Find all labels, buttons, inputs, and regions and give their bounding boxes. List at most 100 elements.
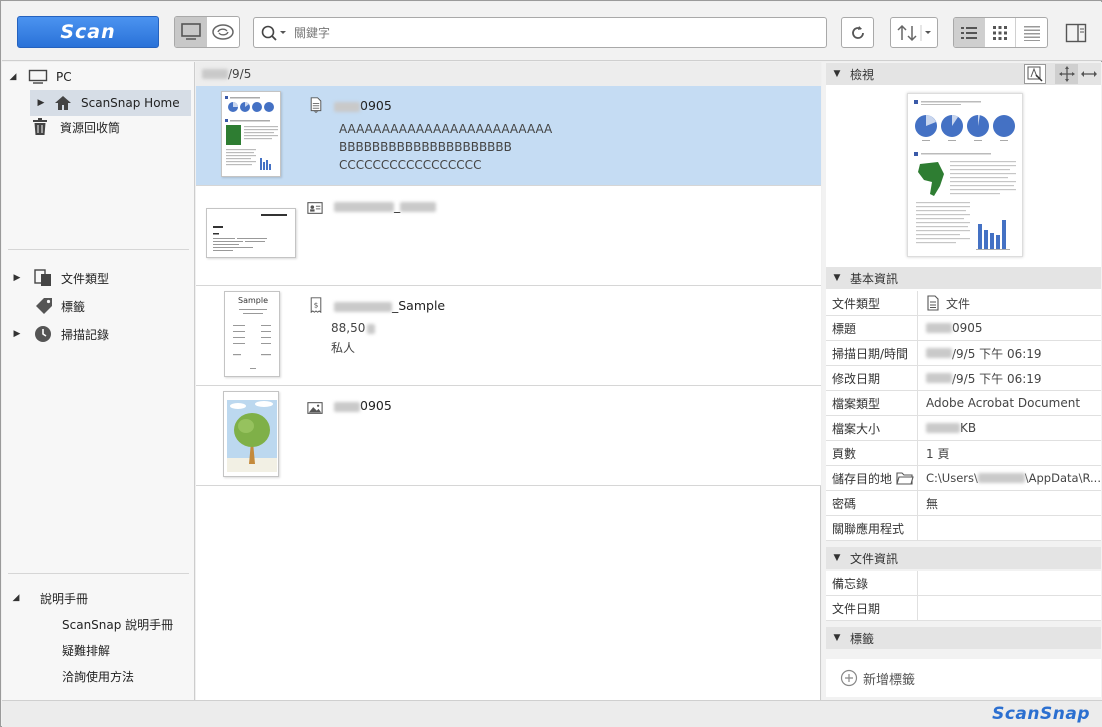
info-row-file-size: 檔案大小 KB bbox=[826, 416, 1101, 441]
info-row-password: 密碼 無 bbox=[826, 491, 1101, 516]
nav-help[interactable]: ◢ 說明手冊 bbox=[2, 585, 195, 611]
viewer-button[interactable] bbox=[1024, 64, 1046, 84]
app-window: Scan 關鍵字 ◢ PC ▶ ScanSnap Home 資源回收筒 ▶ 文件… bbox=[0, 0, 1102, 727]
blurred-text bbox=[334, 201, 394, 212]
blurred-text bbox=[400, 201, 437, 212]
cloud-view-button[interactable] bbox=[207, 17, 239, 47]
section-title: 檢視 bbox=[850, 67, 875, 82]
info-value-text: KB bbox=[960, 421, 977, 435]
help-link-manual[interactable]: ScanSnap 說明手冊 bbox=[2, 611, 195, 637]
panel-toggle-button[interactable] bbox=[1063, 17, 1089, 48]
clock-icon bbox=[35, 326, 51, 342]
grid-view-icon bbox=[993, 25, 1007, 40]
info-row-doc-date[interactable]: 文件日期 bbox=[826, 596, 1101, 621]
search-box bbox=[253, 17, 827, 48]
info-key: 標題 bbox=[826, 316, 918, 340]
monitor-icon bbox=[181, 23, 201, 40]
document-title: 0905 bbox=[334, 98, 392, 113]
nav-doc-type[interactable]: ▶ 文件類型 bbox=[2, 265, 195, 291]
expand-triangle-icon[interactable]: ▶ bbox=[12, 273, 22, 283]
document-title-text: 0905 bbox=[360, 398, 392, 413]
expand-triangle-icon[interactable]: ▶ bbox=[12, 329, 22, 339]
info-row-modified-date: 修改日期 /9/5 下午 06:19 bbox=[826, 366, 1101, 391]
nav-pc[interactable]: ◢ PC bbox=[2, 64, 195, 90]
help-link-troubleshooting[interactable]: 疑難排解 bbox=[2, 637, 195, 663]
section-title: 標籤 bbox=[850, 631, 875, 646]
nav-trash[interactable]: 資源回收筒 bbox=[2, 114, 195, 140]
scan-button[interactable]: Scan bbox=[17, 16, 159, 48]
basic-info-table: 文件類型 文件 標題 0905 掃描日期/時間 /9/5 下午 06:19 修改… bbox=[826, 291, 1101, 541]
document-item[interactable]: Sample $ _Sample 88,50 私人 bbox=[196, 286, 821, 386]
document-title: _ bbox=[334, 198, 437, 213]
nav-scansnap-home-label: ScanSnap Home bbox=[81, 96, 180, 110]
document-title: 0905 bbox=[334, 398, 392, 413]
info-row-title[interactable]: 標題 0905 bbox=[826, 316, 1101, 341]
receipt-amount: 88,50 bbox=[331, 321, 376, 335]
blurred-text bbox=[926, 348, 952, 358]
info-row-memo[interactable]: 備忘錄 bbox=[826, 571, 1101, 596]
receipt-icon: $ bbox=[310, 297, 322, 313]
document-item[interactable]: 0905 bbox=[196, 386, 821, 486]
sort-button[interactable] bbox=[890, 17, 938, 48]
search-input[interactable] bbox=[294, 19, 826, 46]
collapse-triangle-icon[interactable]: ▼ bbox=[832, 69, 842, 79]
nav-scansnap-home[interactable]: ▶ ScanSnap Home bbox=[30, 90, 191, 116]
nav-scan-history[interactable]: ▶ 掃描記錄 bbox=[2, 321, 195, 347]
search-options-button[interactable] bbox=[254, 18, 294, 47]
document-item[interactable]: 0905 AAAAAAAAAAAAAAAAAAAAAAAAA BBBBBBBBB… bbox=[196, 86, 821, 186]
collapse-triangle-icon[interactable]: ▼ bbox=[832, 553, 842, 563]
detail-view-button[interactable] bbox=[1016, 18, 1047, 47]
cloud-sync-icon bbox=[212, 24, 234, 40]
document-type-icon bbox=[34, 269, 51, 286]
tags-section-header[interactable]: ▼ 標籤 bbox=[826, 627, 1101, 649]
nav-pc-label: PC bbox=[56, 70, 72, 84]
viewer-icon bbox=[1027, 66, 1043, 82]
add-tag-button[interactable]: 新增標籤 bbox=[826, 659, 1101, 697]
help-link-label: 洽詢使用方法 bbox=[62, 669, 135, 684]
pc-view-button[interactable] bbox=[175, 17, 207, 47]
collapse-triangle-icon[interactable]: ◢ bbox=[8, 72, 18, 82]
document-list: /9/5 0905 AAAAAAAAAAAAAAAAAAAAAAAAA BBBB… bbox=[196, 62, 821, 700]
doc-info-section-header[interactable]: ▼ 文件資訊 bbox=[826, 547, 1101, 569]
grid-view-button[interactable] bbox=[985, 18, 1016, 47]
document-thumbnail bbox=[221, 91, 281, 177]
search-icon bbox=[261, 25, 286, 41]
receipt-thumbnail: Sample bbox=[224, 291, 280, 377]
document-item[interactable]: _ bbox=[196, 186, 821, 286]
nav-help-label: 說明手冊 bbox=[40, 591, 89, 606]
info-value-text: C:\Users\ bbox=[926, 471, 978, 485]
status-bar: ScanSnap bbox=[2, 700, 1102, 727]
info-key: 關聯應用程式 bbox=[826, 516, 918, 540]
fit-width-button[interactable] bbox=[1078, 64, 1100, 84]
move-arrows-icon bbox=[1058, 66, 1075, 82]
folder-icon[interactable] bbox=[896, 471, 914, 485]
blurred-text bbox=[926, 323, 952, 333]
preview-section-header[interactable]: ▼ 檢視 bbox=[826, 63, 1101, 85]
blurred-text bbox=[926, 373, 952, 383]
help-link-contact[interactable]: 洽詢使用方法 bbox=[2, 663, 195, 689]
info-row-save-location: 儲存目的地 C:\Users\ \AppData\R... bbox=[826, 466, 1101, 491]
list-view-button[interactable] bbox=[954, 18, 985, 47]
collapse-triangle-icon[interactable]: ▼ bbox=[832, 633, 842, 643]
refresh-button[interactable] bbox=[841, 17, 874, 48]
section-title: 基本資訊 bbox=[850, 271, 899, 286]
info-row-pages: 頁數 1 頁 bbox=[826, 441, 1101, 466]
document-text-line: CCCCCCCCCCCCCCCCC bbox=[339, 158, 482, 172]
blurred-text bbox=[977, 473, 1025, 483]
left-navigation: ◢ PC ▶ ScanSnap Home 資源回收筒 ▶ 文件類型 標籤 ▶ 掃… bbox=[2, 62, 195, 700]
document-type-icon bbox=[310, 97, 322, 113]
nav-divider bbox=[8, 573, 189, 574]
fit-page-button[interactable] bbox=[1055, 64, 1078, 84]
nav-tags[interactable]: 標籤 bbox=[2, 293, 195, 319]
collapse-triangle-icon[interactable]: ▼ bbox=[832, 273, 842, 283]
blurred-text bbox=[926, 423, 960, 433]
info-value: 1 頁 bbox=[926, 446, 950, 461]
collapse-triangle-icon[interactable]: ◢ bbox=[11, 593, 21, 603]
basic-info-section-header[interactable]: ▼ 基本資訊 bbox=[826, 267, 1101, 289]
expand-triangle-icon[interactable]: ▶ bbox=[36, 98, 46, 108]
info-key: 掃描日期/時間 bbox=[826, 341, 918, 365]
info-row-linked-app: 關聯應用程式 bbox=[826, 516, 1101, 541]
nav-divider bbox=[8, 249, 189, 250]
info-value bbox=[918, 516, 1101, 540]
info-value-text: 0905 bbox=[952, 321, 983, 335]
